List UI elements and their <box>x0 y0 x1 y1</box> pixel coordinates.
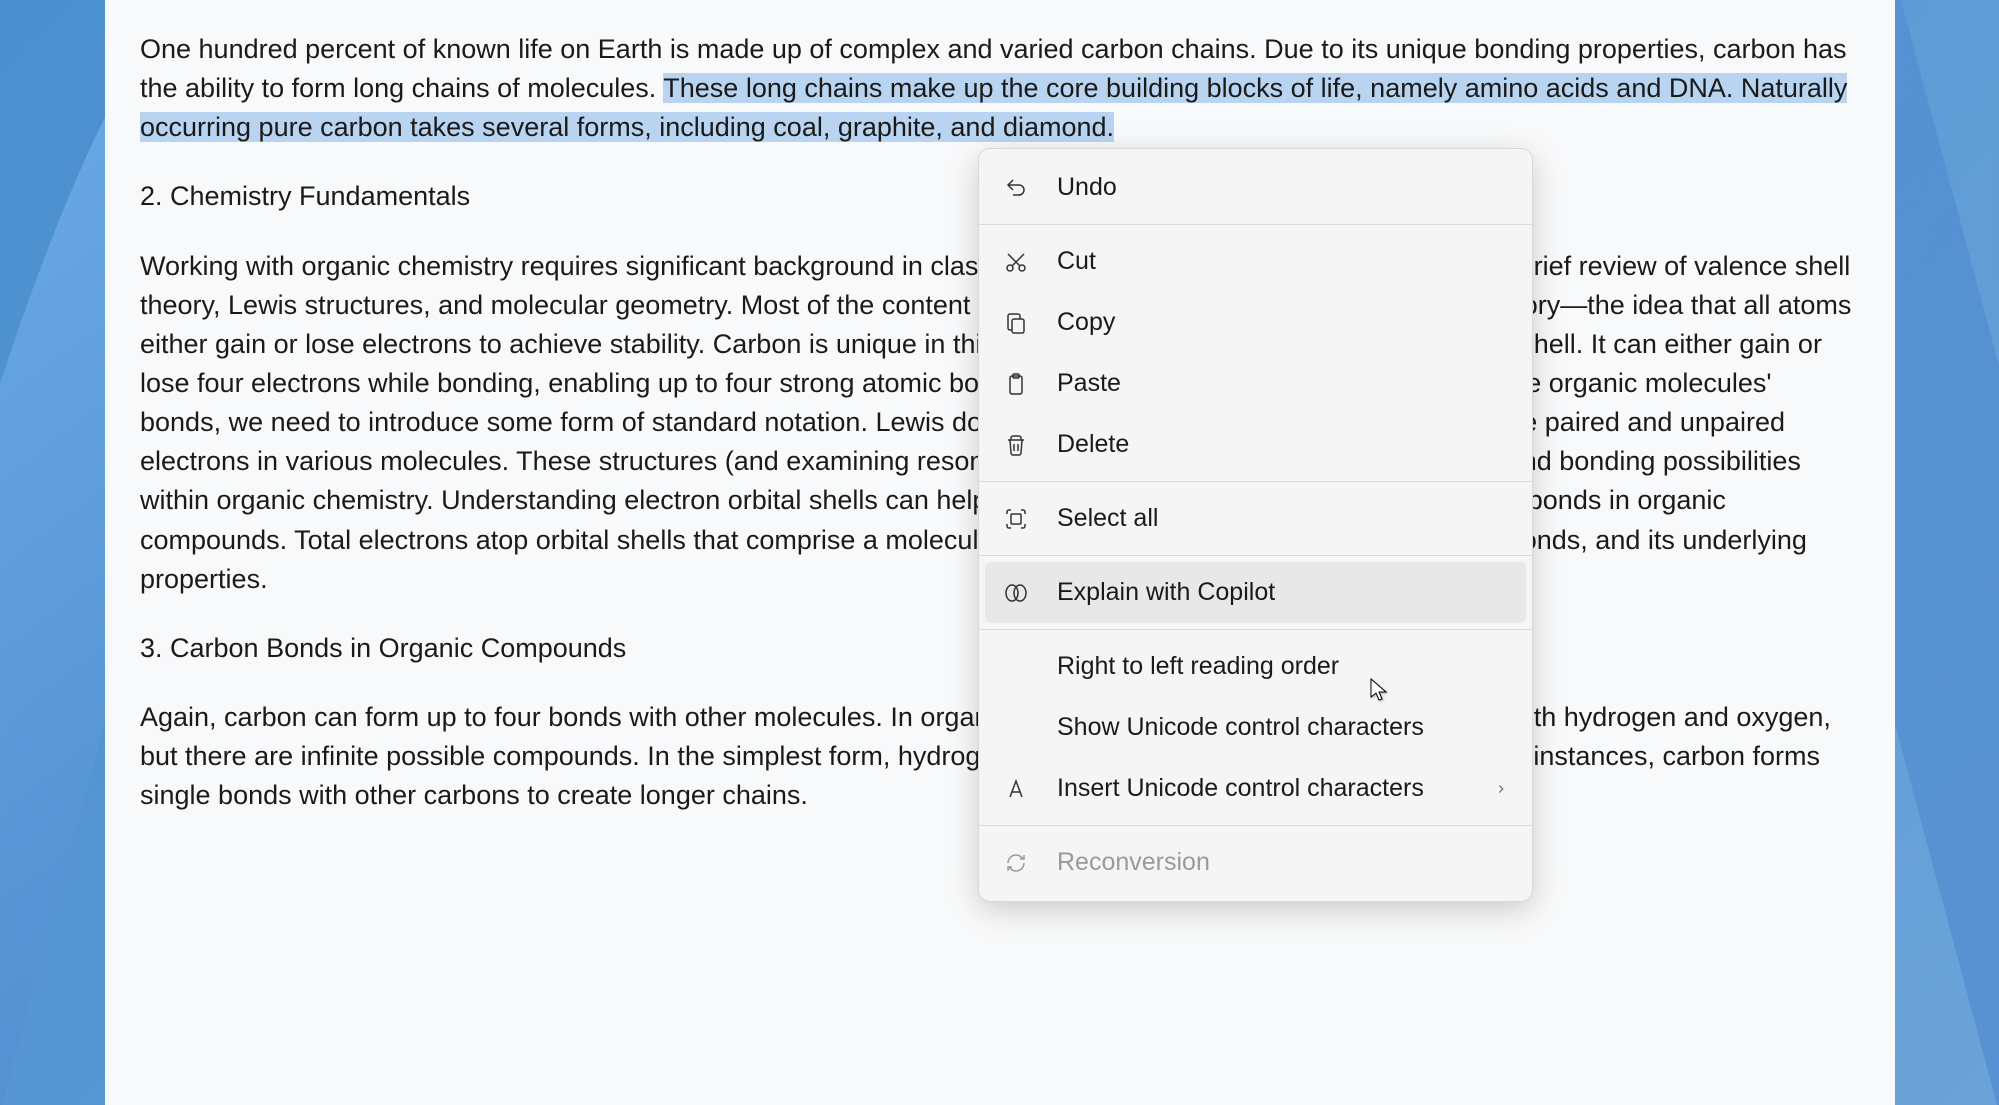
menu-item-copy[interactable]: Copy <box>979 292 1532 353</box>
paste-icon <box>1003 371 1029 397</box>
delete-icon <box>1003 432 1029 458</box>
chevron-right-icon <box>1494 774 1508 803</box>
undo-icon <box>1003 175 1029 201</box>
menu-item-explain-copilot[interactable]: Explain with Copilot <box>985 562 1526 623</box>
menu-label-reconversion: Reconversion <box>1057 848 1508 877</box>
menu-label-select-all: Select all <box>1057 504 1508 533</box>
menu-item-show-unicode[interactable]: Show Unicode control characters <box>979 697 1532 758</box>
menu-item-paste[interactable]: Paste <box>979 353 1532 414</box>
menu-separator <box>979 629 1532 630</box>
menu-label-show-unicode: Show Unicode control characters <box>1057 713 1508 742</box>
mouse-cursor <box>1370 678 1390 704</box>
menu-item-cut[interactable]: Cut <box>979 231 1532 292</box>
menu-label-undo: Undo <box>1057 173 1508 202</box>
menu-item-select-all[interactable]: Select all <box>979 488 1532 549</box>
menu-label-explain-copilot: Explain with Copilot <box>1057 578 1508 607</box>
menu-separator <box>979 481 1532 482</box>
menu-separator <box>979 224 1532 225</box>
menu-separator <box>979 555 1532 556</box>
insert-unicode-icon <box>1003 776 1029 802</box>
menu-label-copy: Copy <box>1057 308 1508 337</box>
paragraph-1[interactable]: One hundred percent of known life on Ear… <box>140 30 1860 147</box>
copilot-icon <box>1003 580 1029 606</box>
select-all-icon <box>1003 506 1029 532</box>
menu-item-undo[interactable]: Undo <box>979 157 1532 218</box>
copy-icon <box>1003 310 1029 336</box>
cut-icon <box>1003 249 1029 275</box>
menu-separator <box>979 825 1532 826</box>
context-menu: Undo Cut Copy Paste Delete Select all <box>978 148 1533 902</box>
menu-item-reconversion: Reconversion <box>979 832 1532 893</box>
menu-label-delete: Delete <box>1057 430 1508 459</box>
menu-label-cut: Cut <box>1057 247 1508 276</box>
menu-label-rtl-order: Right to left reading order <box>1057 652 1508 681</box>
menu-label-insert-unicode: Insert Unicode control characters <box>1057 774 1494 803</box>
reconversion-icon <box>1003 850 1029 876</box>
menu-item-rtl-order[interactable]: Right to left reading order <box>979 636 1532 697</box>
menu-item-delete[interactable]: Delete <box>979 414 1532 475</box>
menu-item-insert-unicode[interactable]: Insert Unicode control characters <box>979 758 1532 819</box>
menu-label-paste: Paste <box>1057 369 1508 398</box>
